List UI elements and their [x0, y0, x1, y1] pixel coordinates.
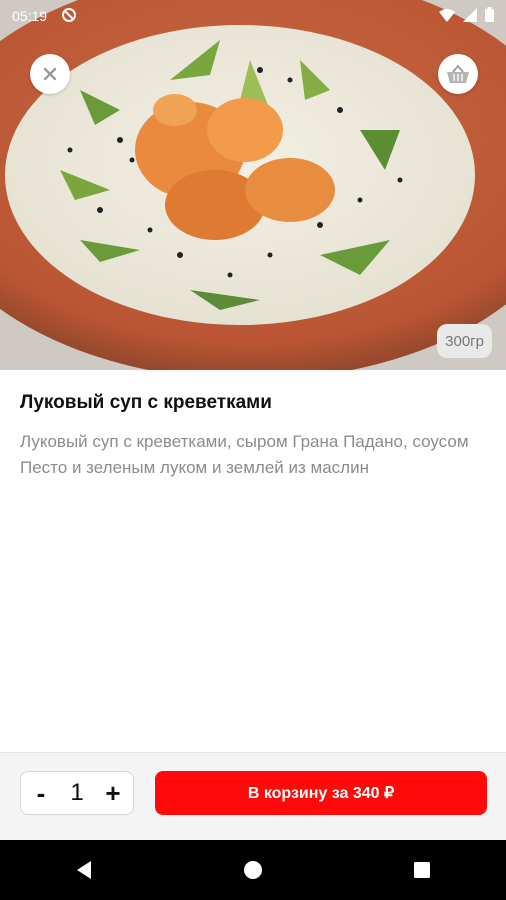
soup-image	[0, 0, 506, 370]
add-to-cart-button[interactable]: В корзину за 340 ₽	[155, 771, 487, 815]
recents-icon	[413, 862, 430, 878]
basket-button[interactable]	[438, 54, 478, 94]
product-description: Луковый суп с креветками, сыром Грана Па…	[20, 431, 469, 477]
home-button[interactable]	[223, 840, 283, 900]
weight-badge: 300гр	[437, 324, 492, 358]
wifi-icon	[439, 8, 455, 25]
back-icon	[77, 861, 92, 879]
basket-icon	[447, 64, 469, 83]
do-not-disturb-icon	[61, 7, 77, 26]
quantity-stepper: - 1 +	[20, 771, 134, 815]
product-photo: 05:19 300гр	[0, 0, 506, 370]
system-nav-bar	[0, 840, 506, 900]
close-icon	[43, 67, 57, 81]
bottom-action-bar: - 1 + В корзину за 340 ₽	[0, 752, 506, 840]
status-bar: 05:19	[0, 0, 506, 32]
increment-button[interactable]: +	[101, 780, 125, 806]
home-icon	[243, 861, 262, 879]
status-time: 05:19	[12, 8, 48, 24]
quantity-value: 1	[70, 779, 84, 806]
back-button[interactable]	[54, 840, 114, 900]
recents-button[interactable]	[392, 840, 452, 900]
product-title: Луковый суп с креветками	[20, 392, 272, 413]
signal-icon	[463, 7, 477, 25]
product-details: Луковый суп с креветками Луковый суп с к…	[0, 370, 506, 481]
close-button[interactable]	[30, 54, 70, 94]
decrement-button[interactable]: -	[29, 780, 53, 806]
battery-icon	[485, 7, 494, 25]
